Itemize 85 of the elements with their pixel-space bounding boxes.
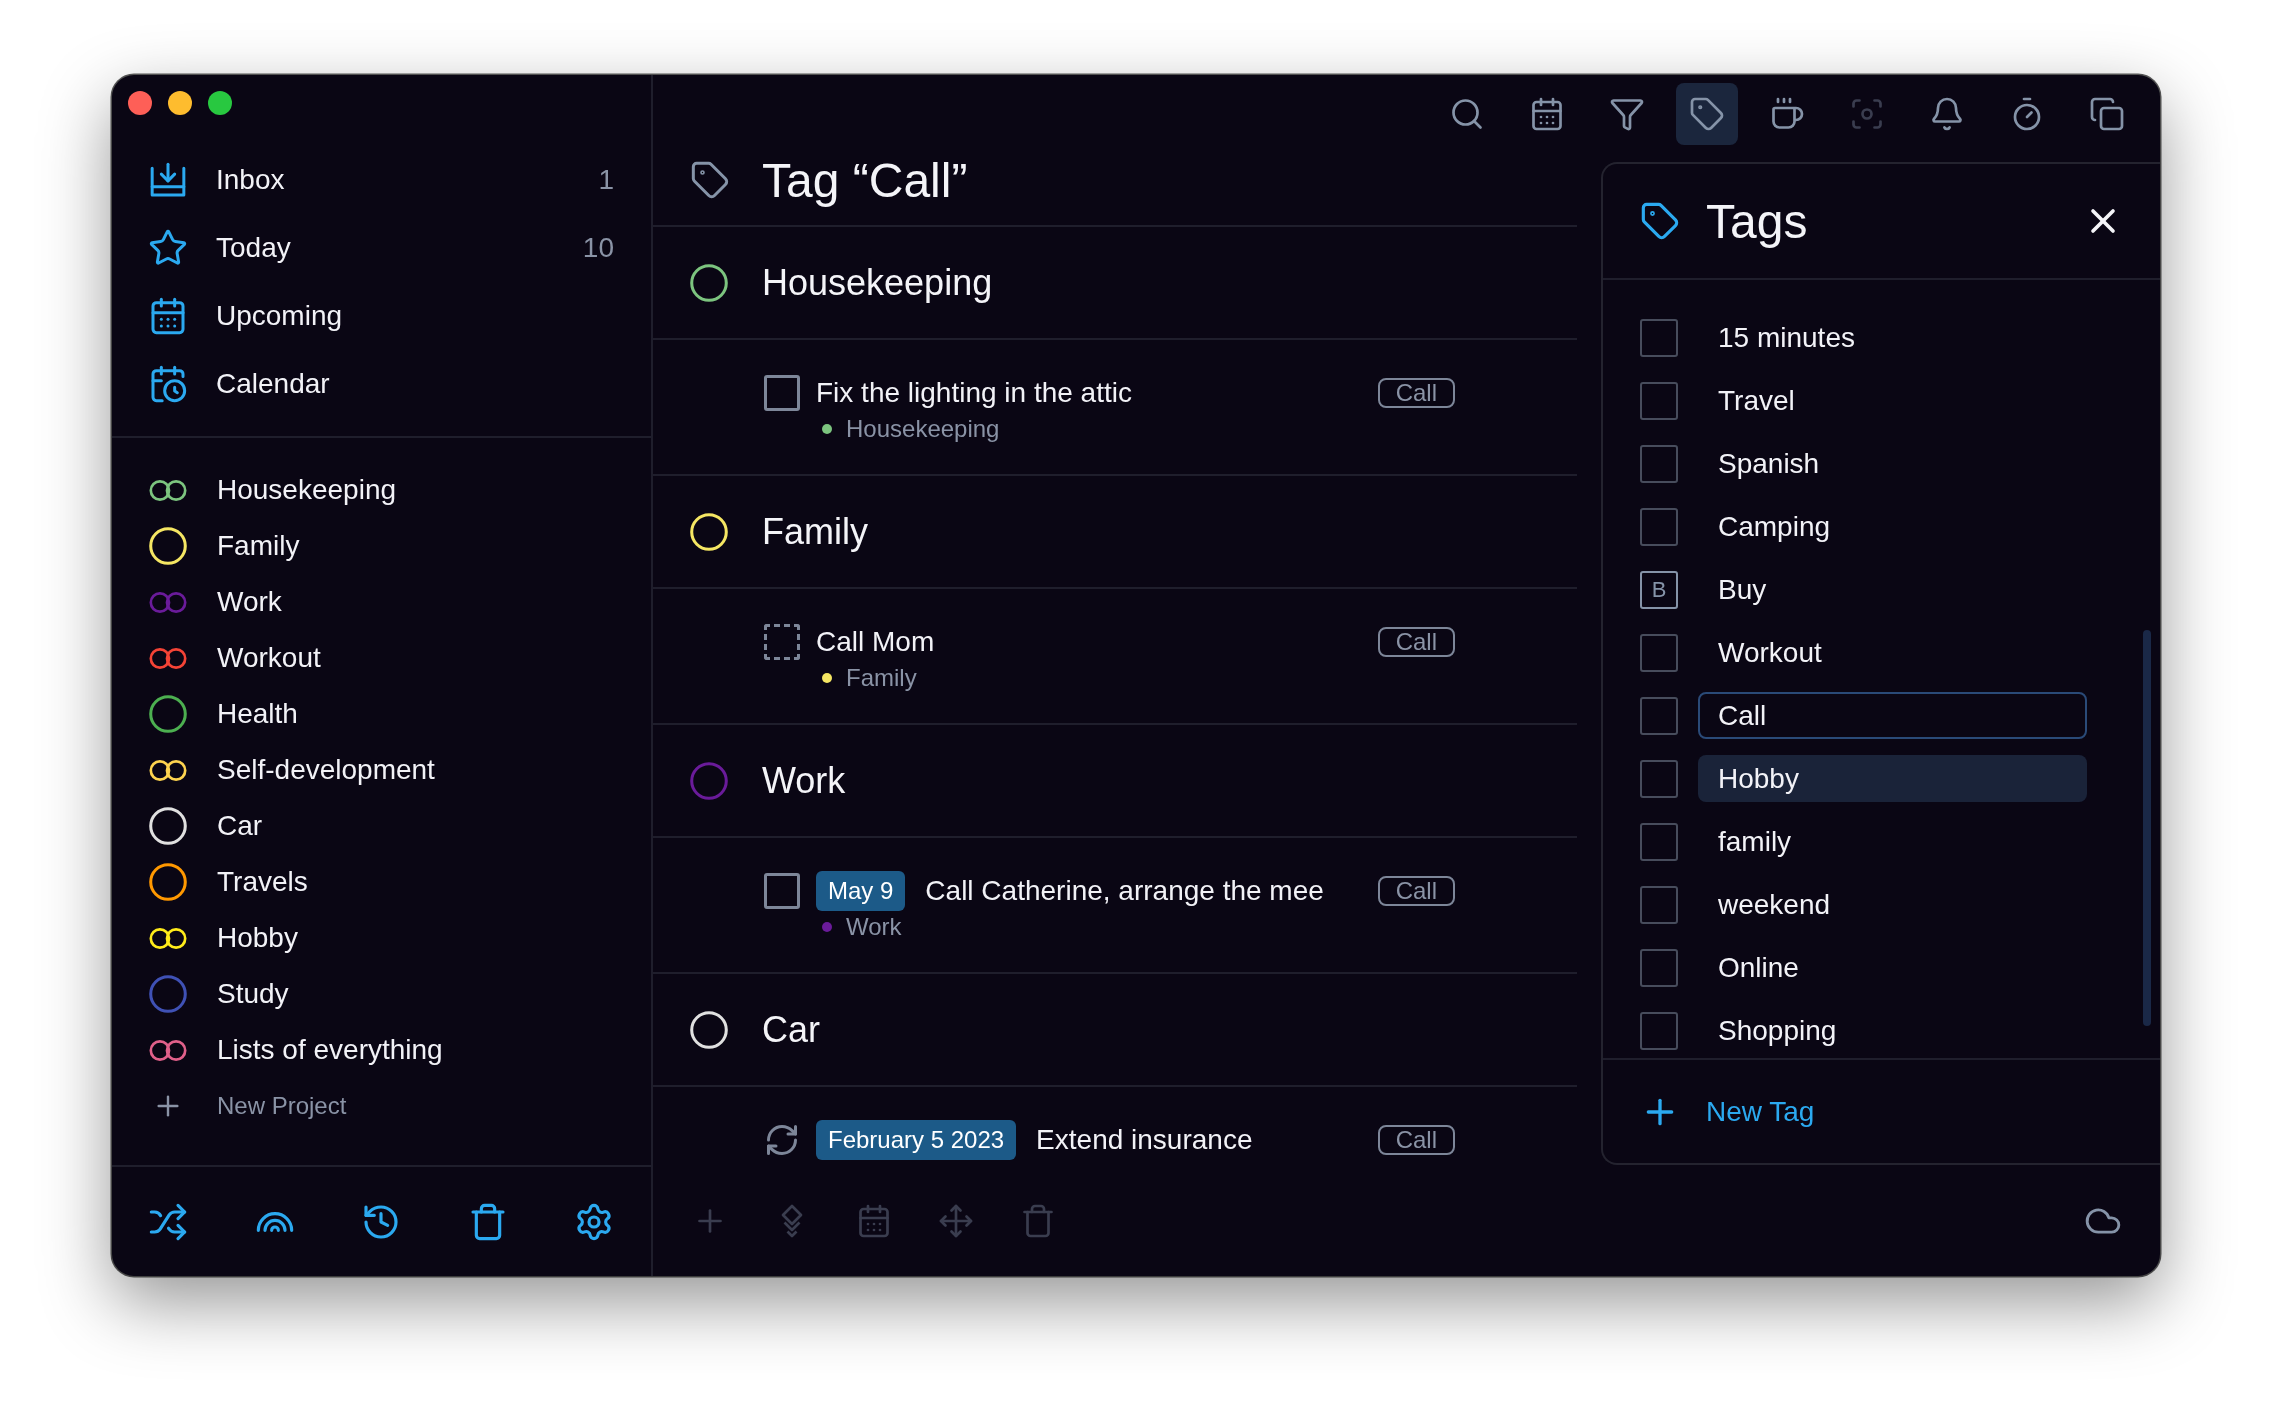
date-badge: February 5 2023 bbox=[816, 1120, 1017, 1160]
project-item[interactable]: Workout bbox=[112, 630, 651, 686]
tag-item[interactable]: Call bbox=[1698, 692, 2087, 739]
tag-icon bbox=[1640, 201, 1680, 241]
dashed-checkbox[interactable] bbox=[764, 624, 800, 660]
tag-item[interactable]: Shopping bbox=[1698, 1007, 2087, 1054]
tag-chip: Call bbox=[1377, 378, 1455, 408]
tag-chip: Call bbox=[1377, 1125, 1455, 1155]
project-label: Family bbox=[846, 664, 917, 692]
project-item[interactable]: Lists of everything bbox=[112, 1022, 651, 1078]
item-count: 1 bbox=[598, 164, 614, 196]
zoom-window-icon[interactable] bbox=[208, 91, 232, 115]
project-item[interactable]: Study bbox=[112, 966, 651, 1022]
task-title: Extend insurance bbox=[1036, 1124, 1253, 1156]
tag-chip: Call bbox=[1377, 627, 1455, 657]
group-title: Housekeeping bbox=[762, 261, 993, 304]
tag-item[interactable]: Spanish bbox=[1698, 440, 2087, 487]
project-item[interactable]: Travels bbox=[112, 854, 651, 910]
shortcut-key: B bbox=[1640, 570, 1678, 609]
copy-icon bbox=[2089, 96, 2125, 132]
minimize-window-icon[interactable] bbox=[168, 91, 192, 115]
date-badge: May 9 bbox=[816, 871, 906, 911]
star-icon bbox=[148, 228, 188, 268]
task-title: Fix the lighting in the attic bbox=[816, 377, 1132, 409]
project-label: Work bbox=[846, 913, 902, 941]
tag-item[interactable]: Online bbox=[1698, 944, 2087, 991]
tag-checkbox[interactable] bbox=[1640, 381, 1678, 420]
tag-item[interactable]: Workout bbox=[1698, 629, 2087, 676]
focus-icon bbox=[1849, 96, 1885, 132]
project-label: Housekeeping bbox=[846, 415, 1000, 443]
scrollbar-thumb[interactable] bbox=[2143, 630, 2151, 1026]
sidebar-item[interactable]: Inbox 1 bbox=[112, 146, 651, 214]
tag-item[interactable]: Camping bbox=[1698, 503, 2087, 550]
tag-checkbox[interactable] bbox=[1640, 507, 1678, 546]
calendar-icon bbox=[1529, 96, 1565, 132]
tag-item[interactable]: Hobby bbox=[1698, 755, 2087, 802]
tag-item[interactable]: Travel bbox=[1698, 377, 2087, 424]
tag-item[interactable]: weekend bbox=[1698, 881, 2087, 928]
tag-checkbox[interactable] bbox=[1640, 948, 1678, 987]
shuffle-icon[interactable] bbox=[148, 1201, 188, 1242]
search-icon bbox=[1449, 96, 1485, 132]
group-title: Family bbox=[762, 510, 868, 553]
item-count: 10 bbox=[582, 232, 614, 264]
page-title: Tag “Call” bbox=[762, 152, 968, 208]
bell-icon bbox=[1929, 96, 1965, 132]
tag-checkbox[interactable] bbox=[1640, 318, 1678, 357]
new-tag-button[interactable]: New Tag bbox=[1640, 1091, 1815, 1132]
tag-checkbox[interactable] bbox=[1640, 633, 1678, 672]
repeat-icon[interactable] bbox=[764, 1122, 800, 1158]
tag-checkbox[interactable] bbox=[1640, 444, 1678, 483]
project-item[interactable]: Car bbox=[112, 798, 651, 854]
tag-icon bbox=[690, 160, 730, 200]
task-title: Call Catherine, arrange the mee bbox=[925, 875, 1324, 907]
settings-icon[interactable] bbox=[574, 1201, 614, 1242]
project-item[interactable]: Hobby bbox=[112, 910, 651, 966]
new-project-button[interactable]: New Project bbox=[112, 1078, 651, 1134]
project-item[interactable]: Health bbox=[112, 686, 651, 742]
tag-item[interactable]: family bbox=[1698, 818, 2087, 865]
tag-chip: Call bbox=[1377, 876, 1455, 906]
task-checkbox[interactable] bbox=[764, 873, 800, 909]
sidebar-item[interactable]: Today 10 bbox=[112, 214, 651, 282]
tag-item[interactable]: 15 minutes bbox=[1698, 314, 2087, 361]
project-item[interactable]: Work bbox=[112, 574, 651, 630]
task-checkbox[interactable] bbox=[764, 375, 800, 411]
filter-icon bbox=[1609, 96, 1645, 132]
sidebar-item[interactable]: Calendar bbox=[112, 350, 651, 418]
tag-checkbox[interactable] bbox=[1640, 1011, 1678, 1050]
tag-checkbox[interactable] bbox=[1640, 885, 1678, 924]
inbox-tray-icon bbox=[148, 160, 188, 200]
project-item[interactable]: Family bbox=[112, 518, 651, 574]
task-title: Call Mom bbox=[816, 626, 935, 658]
group-title: Work bbox=[762, 759, 846, 802]
tag-checkbox[interactable] bbox=[1640, 696, 1678, 735]
project-item[interactable]: Self-development bbox=[112, 742, 651, 798]
tag-icon bbox=[1689, 96, 1725, 132]
cup-icon bbox=[1769, 96, 1805, 132]
panel-title: Tags bbox=[1706, 193, 1809, 249]
project-item[interactable]: Housekeeping bbox=[112, 462, 651, 518]
toolbar-button[interactable] bbox=[1676, 83, 1738, 145]
tag-item[interactable]: Buy bbox=[1698, 566, 2087, 613]
sidebar-item[interactable]: Upcoming bbox=[112, 282, 651, 350]
close-window-icon[interactable] bbox=[128, 91, 152, 115]
tag-checkbox[interactable] bbox=[1640, 822, 1678, 861]
tag-checkbox[interactable] bbox=[1640, 759, 1678, 798]
group-title: Car bbox=[762, 1008, 820, 1051]
